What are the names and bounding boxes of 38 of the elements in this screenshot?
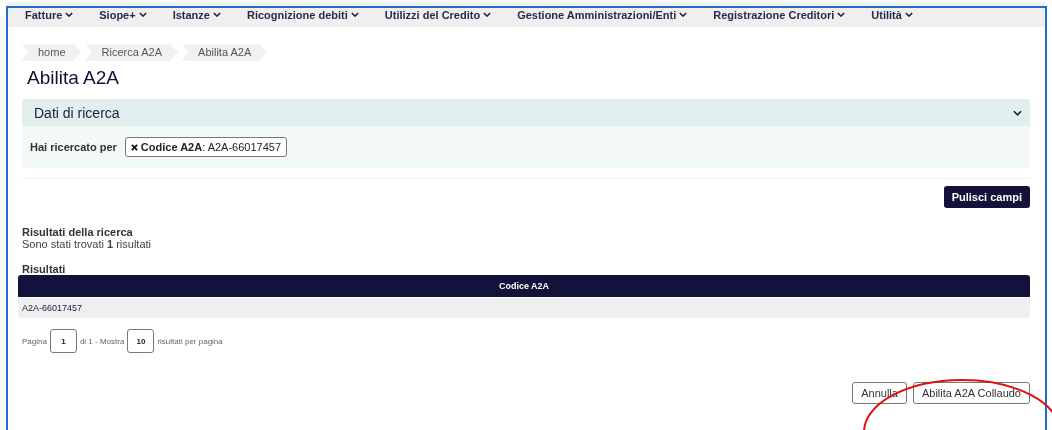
panel-title: Dati di ricerca xyxy=(34,104,120,121)
column-header: Codice A2A xyxy=(18,275,1030,297)
results-heading: Risultati della ricerca xyxy=(22,226,134,238)
menu-item[interactable]: Registrazione Creditori xyxy=(713,8,846,21)
panel-header[interactable]: Dati di ricerca xyxy=(22,99,1030,126)
breadcrumb-item[interactable]: home xyxy=(22,44,82,61)
page-title: Abilita A2A xyxy=(27,67,120,89)
table-cell-text: A2A-66017457 xyxy=(21,303,83,313)
per-page-label: risultati per pagina xyxy=(157,336,223,346)
chevron-down-icon xyxy=(138,12,147,17)
menu-item[interactable]: Fatture xyxy=(25,8,74,21)
menu-item[interactable]: Utilizzi del Credito xyxy=(384,8,492,21)
menu-item[interactable]: Ricognizione debiti xyxy=(246,8,359,21)
page-label: Pagina xyxy=(22,336,47,346)
per-page-field[interactable]: 10 xyxy=(127,329,155,353)
chevron-down-icon xyxy=(65,12,74,17)
chevron-down-icon xyxy=(483,12,492,17)
menu-item[interactable]: Siope+ xyxy=(99,8,147,21)
results-summary: Sono stati trovati 1 risultati xyxy=(22,238,153,250)
menu-item[interactable]: Istanze xyxy=(172,8,221,21)
breadcrumb-item[interactable]: Abilita A2A xyxy=(182,44,268,61)
page-count-label: di 1 - Mostra xyxy=(79,336,125,346)
chevron-down-icon xyxy=(212,12,221,17)
chevron-down-icon xyxy=(837,12,846,17)
menu-item[interactable]: Utilità xyxy=(871,8,913,21)
chevron-down-icon xyxy=(350,12,359,17)
action-button[interactable]: Abilita A2A Collaudo xyxy=(912,382,1030,404)
filter-tag[interactable]: Codice A2A: A2A-66017457 xyxy=(124,137,288,157)
table-title: Risultati xyxy=(22,263,67,275)
close-icon xyxy=(130,143,138,151)
breadcrumb-item[interactable]: Ricerca A2A xyxy=(85,44,179,61)
action-button[interactable]: Annulla xyxy=(852,382,907,404)
chevron-down-icon xyxy=(904,12,913,17)
page-field[interactable]: 1 xyxy=(49,329,77,353)
menu-item[interactable]: Gestione Amministrazioni/Enti xyxy=(517,8,688,21)
chevron-down-icon xyxy=(679,12,688,17)
clear-button[interactable]: Pulisci campi xyxy=(943,186,1030,208)
filter-label: Hai ricercato per xyxy=(30,141,117,153)
